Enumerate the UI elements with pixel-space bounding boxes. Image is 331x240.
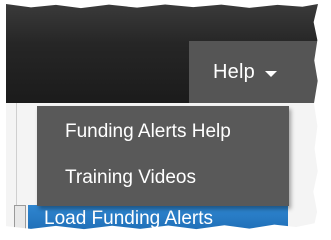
screenshot-stage: Help Load Funding Alerts Funding Alerts …: [0, 0, 331, 240]
torn-screenshot: Help Load Funding Alerts Funding Alerts …: [6, 4, 318, 230]
checkbox[interactable]: [14, 205, 26, 230]
help-menu-label: Help: [213, 60, 255, 83]
menu-item-funding-alerts-help[interactable]: Funding Alerts Help: [37, 110, 289, 154]
menu-item-training-videos[interactable]: Training Videos: [37, 156, 289, 200]
load-button-label: Load Funding Alerts: [44, 208, 214, 229]
help-menu-button[interactable]: Help: [189, 41, 318, 103]
load-funding-alerts-button[interactable]: Load Funding Alerts: [28, 205, 288, 230]
top-navigation-bar: Help: [6, 4, 318, 103]
chevron-down-icon: [264, 71, 277, 77]
menu-item-label: Training Videos: [65, 167, 196, 188]
menu-item-label: Funding Alerts Help: [65, 121, 231, 142]
help-dropdown-menu: Funding Alerts Help Training Videos: [37, 106, 289, 206]
